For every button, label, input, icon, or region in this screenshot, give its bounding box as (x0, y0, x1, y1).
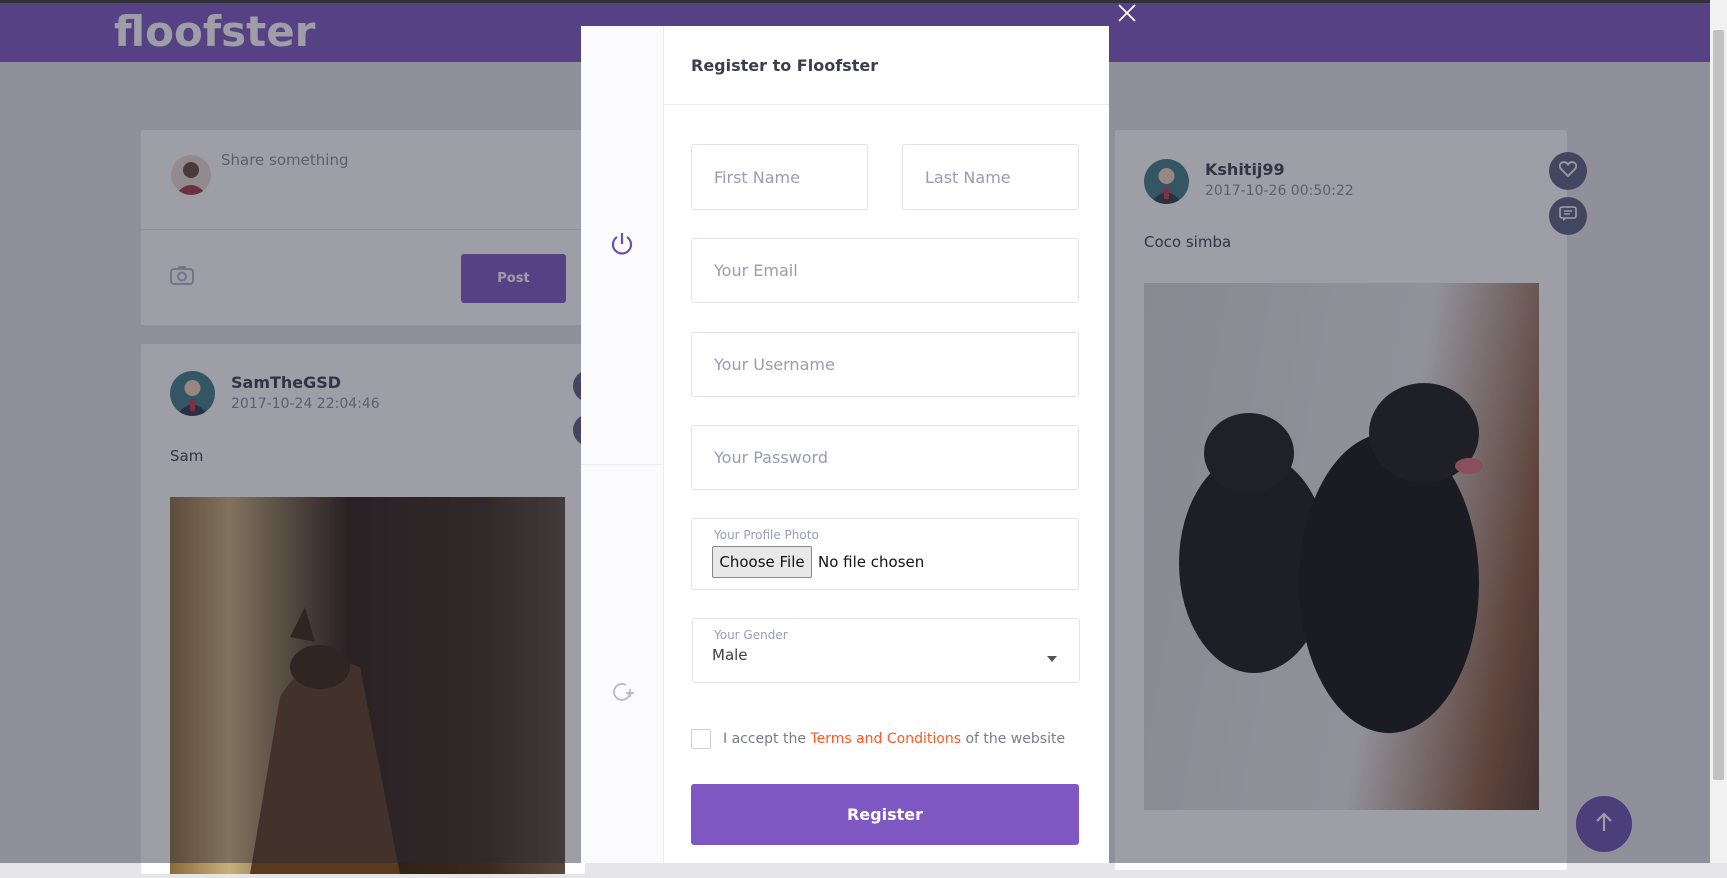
terms-link[interactable]: Terms and Conditions (810, 731, 961, 747)
gender-select[interactable]: Your Gender Male (692, 618, 1080, 683)
register-button[interactable]: Register (691, 784, 1079, 845)
email-field[interactable] (691, 238, 1079, 303)
file-status-text: No file chosen (818, 553, 925, 571)
power-icon[interactable] (610, 231, 634, 261)
terms-text: I accept the Terms and Conditions of the… (723, 731, 1065, 747)
password-field[interactable] (691, 425, 1079, 490)
profile-photo-field: Your Profile Photo Choose File No file c… (691, 518, 1079, 590)
modal-sidebar (581, 26, 664, 863)
profile-photo-label: Your Profile Photo (714, 528, 819, 542)
sidebar-divider (581, 464, 663, 465)
page-scrollbar[interactable] (1710, 0, 1727, 863)
refresh-add-icon[interactable] (610, 680, 634, 708)
gender-label: Your Gender (714, 628, 788, 642)
chevron-down-icon (1047, 647, 1057, 666)
terms-checkbox[interactable] (691, 729, 711, 749)
close-icon[interactable] (1116, 2, 1138, 24)
first-name-field[interactable] (691, 144, 868, 210)
modal-header: Register to Floofster (663, 26, 1109, 105)
modal-title: Register to Floofster (691, 56, 879, 75)
scrollbar-thumb[interactable] (1713, 30, 1724, 780)
gender-value: Male (712, 646, 748, 664)
terms-prefix: I accept the (723, 731, 806, 747)
username-field[interactable] (691, 332, 1079, 397)
choose-file-button[interactable]: Choose File (712, 546, 812, 578)
last-name-field[interactable] (902, 144, 1079, 210)
terms-suffix: of the website (965, 731, 1066, 747)
